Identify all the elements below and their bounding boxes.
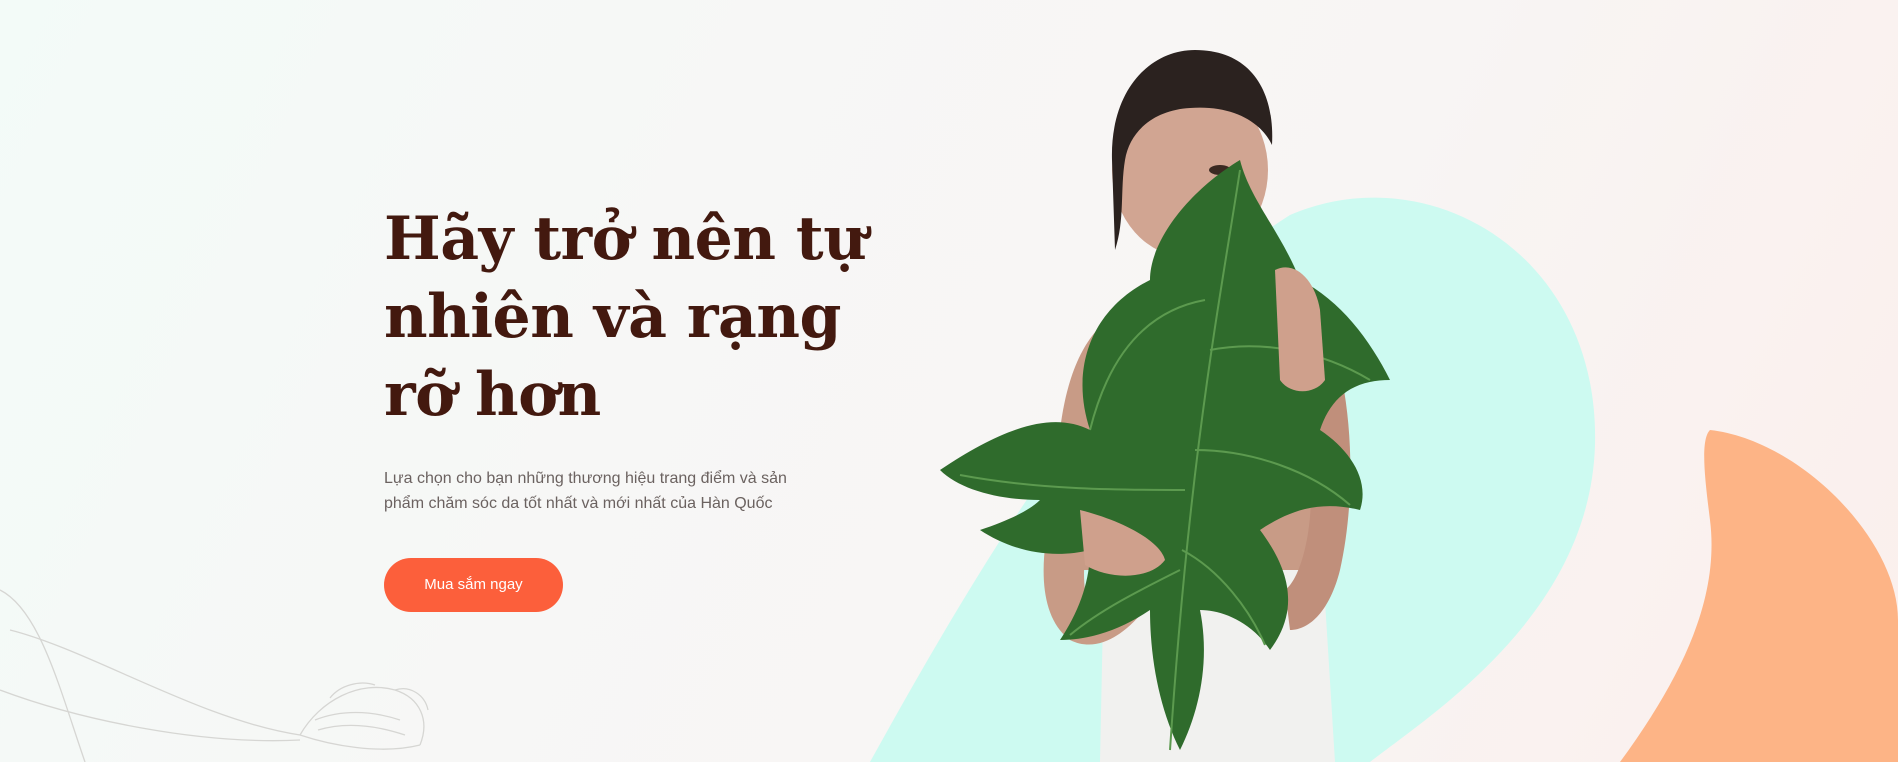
- flower-doodle-icon: [0, 589, 429, 762]
- shop-now-button[interactable]: Mua sắm ngay: [384, 558, 563, 612]
- peach-background-shape: [1620, 430, 1898, 762]
- hero-description: Lựa chọn cho bạn những thương hiệu trang…: [384, 470, 787, 512]
- hero-content: Hãy trở nên tự nhiên và rạng rỡ hơn Lựa …: [384, 200, 944, 612]
- hero-title: Hãy trở nên tự nhiên và rạng rỡ hơn: [384, 204, 867, 430]
- woman-holding-leaf-photo: [940, 50, 1390, 762]
- hero-section: Hãy trở nên tự nhiên và rạng rỡ hơn Lựa …: [0, 0, 1898, 762]
